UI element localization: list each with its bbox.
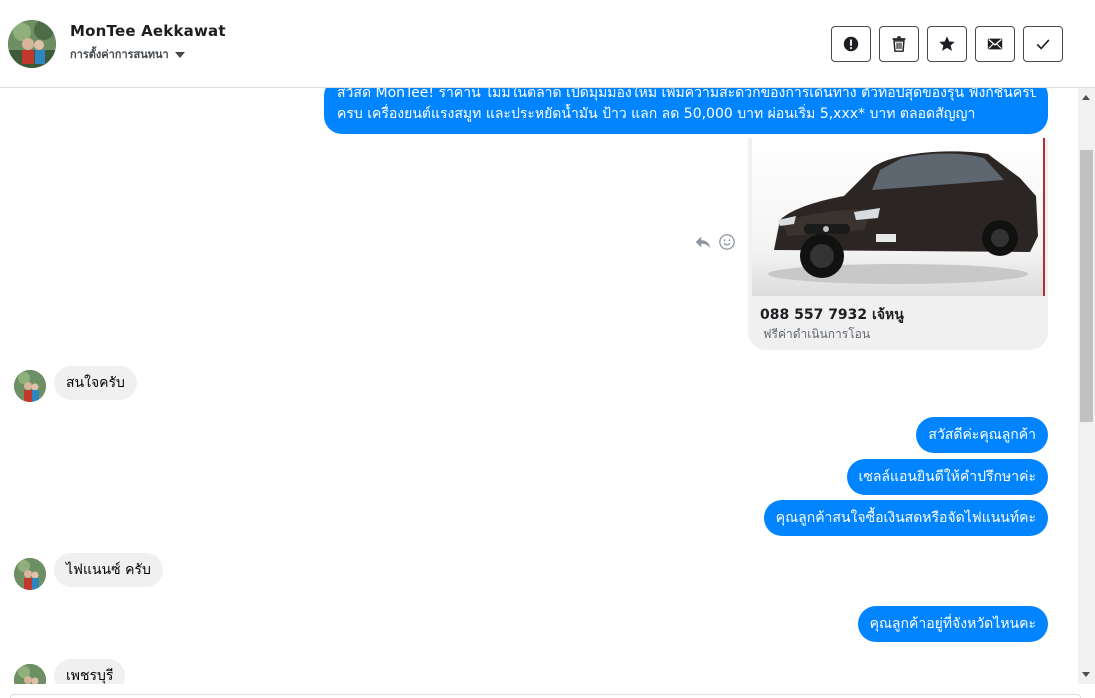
scroll-up-arrow-icon[interactable] (1082, 95, 1090, 100)
scroll-down-arrow-icon[interactable] (1082, 672, 1090, 677)
star-icon (939, 36, 955, 51)
checkmark-icon (1036, 39, 1050, 50)
message-bubble-outgoing[interactable]: สวัสดีค่ะคุณลูกค้า (916, 417, 1048, 453)
message-bubble-outgoing[interactable]: คุณลูกค้าอยู่ที่จังหวัดไหนคะ (857, 606, 1048, 642)
trash-icon (892, 36, 906, 52)
car-photo-icon[interactable] (752, 138, 1045, 296)
message-bubble-incoming[interactable]: เพชรบุรี (54, 659, 126, 684)
message-bubble-outgoing[interactable]: เซลล์แอนยินดีให้คำปรึกษาค่ะ (846, 459, 1048, 495)
contact-name[interactable]: MonTee Aekkawat (70, 22, 226, 40)
smiley-icon[interactable] (718, 233, 736, 251)
delete-button[interactable] (879, 26, 919, 62)
message-bubble-incoming[interactable]: ไฟแนนซ์ ครับ (54, 553, 163, 587)
message-bubble-outgoing[interactable]: สวัสดี MonTee! ราคานี้ ไม่มีในตลาด เปิดม… (324, 88, 1048, 134)
message-composer[interactable] (10, 694, 1081, 698)
header-actions (831, 26, 1063, 62)
mark-spam-button[interactable] (831, 26, 871, 62)
conversation-settings-label: การตั้งค่าการสนทนา (70, 48, 169, 61)
card-subtitle: ฟรีค่าดำเนินการโอน (763, 327, 871, 341)
customer-avatar[interactable] (14, 370, 46, 402)
exclamation-circle-icon (843, 36, 859, 52)
message-text-line: สวัสดี MonTee! ราคานี้ ไม่มีในตลาด เปิดม… (337, 88, 1036, 101)
mark-unread-button[interactable] (975, 26, 1015, 62)
customer-avatar[interactable] (14, 558, 46, 590)
scrollbar-thumb[interactable] (1080, 150, 1093, 422)
star-button[interactable] (927, 26, 967, 62)
conversation-header: MonTee Aekkawat การตั้งค่าการสนทนา (0, 0, 1095, 88)
customer-avatar[interactable] (14, 664, 46, 684)
conversation-settings-dropdown[interactable]: การตั้งค่าการสนทนา (70, 45, 185, 63)
caret-down-icon (174, 52, 185, 58)
message-hover-tools (694, 233, 736, 251)
thread-scrollbar[interactable] (1078, 88, 1095, 684)
mark-done-button[interactable] (1023, 26, 1063, 62)
contact-avatar[interactable] (8, 20, 56, 68)
message-bubble-incoming[interactable]: สนใจครับ (54, 366, 137, 400)
attachment-card[interactable]: 088 557 7932 เจ้หนู ฟรีค่าดำเนินการโอน (748, 138, 1048, 350)
message-thread: สวัสดี MonTee! ราคานี้ ไม่มีในตลาด เปิดม… (0, 88, 1078, 684)
card-title[interactable]: 088 557 7932 เจ้หนู (760, 304, 904, 326)
reply-icon[interactable] (694, 233, 712, 251)
envelope-icon (987, 38, 1003, 50)
message-text-line: ครบ เครื่องยนต์แรงสมูท และประหยัดน้ำมัน … (337, 106, 976, 122)
message-bubble-outgoing[interactable]: คุณลูกค้าสนใจซื้อเงินสดหรือจัดไฟแนนท์คะ (763, 500, 1048, 536)
